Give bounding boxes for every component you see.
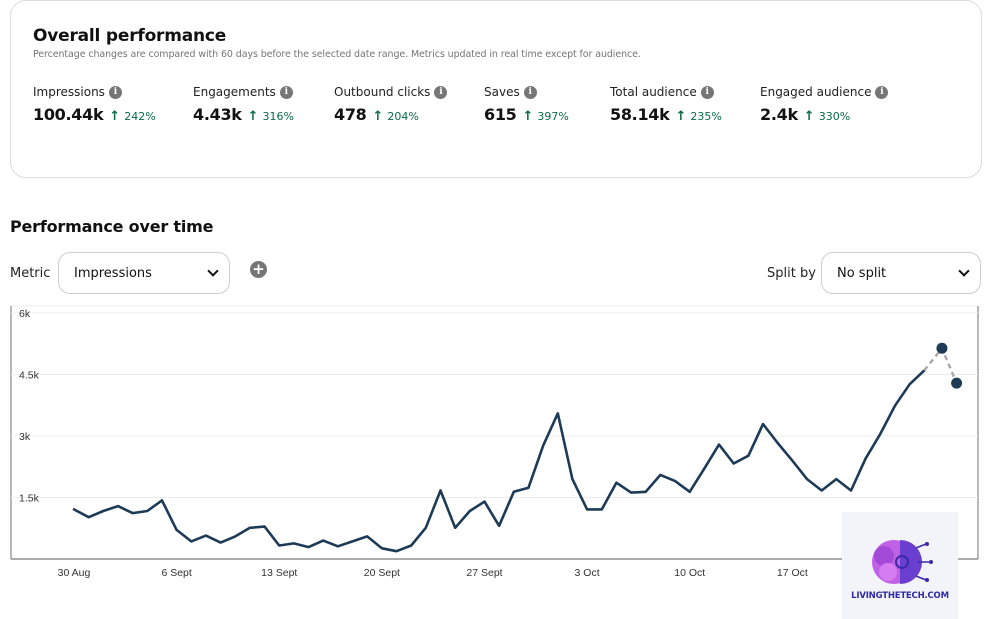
overall-performance-card: Overall performance Percentage changes a… [10, 0, 982, 178]
x-tick-label: 30 Aug [58, 567, 91, 579]
metric-value: 478 [334, 105, 367, 124]
metric-value-row: 58.14k ↑ 235% [610, 105, 722, 124]
arrow-up-icon: ↑ [247, 109, 259, 124]
info-icon[interactable]: i [523, 85, 537, 99]
metric-label: Metric [10, 266, 51, 281]
metric-change: 204% [387, 110, 419, 123]
y-tick-label: 1.5k [19, 493, 40, 505]
performance-over-time-title: Performance over time [10, 217, 214, 236]
overall-performance-subtitle: Percentage changes are compared with 60 … [33, 49, 641, 60]
split-by-select[interactable]: No split [821, 252, 981, 294]
info-icon[interactable]: i [700, 85, 714, 99]
metric-value-row: 478 ↑ 204% [334, 105, 447, 124]
split-by-select-value: No split [837, 265, 887, 281]
arrow-up-icon: ↑ [522, 109, 534, 124]
info-icon[interactable]: i [108, 85, 122, 99]
metric-impressions: Impressions i 100.44k ↑ 242% [33, 85, 156, 124]
overall-performance-title: Overall performance [33, 26, 227, 46]
arrow-up-icon: ↑ [372, 109, 384, 124]
projected-point [936, 342, 948, 354]
impressions-line [72, 369, 926, 553]
x-tick-label: 20 Sept [364, 567, 400, 579]
metric-label: Saves i [484, 85, 569, 99]
x-tick-label: 17 Oct [777, 567, 808, 579]
metric-label: Outbound clicks i [334, 85, 448, 99]
y-tick-label: 6k [19, 308, 31, 320]
metric-label-text: Total audience [610, 85, 697, 99]
metric-change: 242% [124, 110, 156, 123]
metric-outbound-clicks: Outbound clicks i 478 ↑ 204% [334, 85, 448, 124]
x-tick-label: 13 Sept [261, 567, 297, 579]
info-icon[interactable]: i [434, 85, 448, 99]
metric-saves: Saves i 615 ↑ 397% [484, 85, 569, 124]
metric-label-text: Outbound clicks [334, 85, 431, 99]
x-tick-label: 27 Sept [466, 567, 502, 579]
metric-value: 58.14k [610, 105, 670, 124]
projected-point [951, 377, 963, 389]
watermark-logo: LIVINGTHETECH.COM [842, 512, 958, 619]
arrow-up-icon: ↑ [675, 109, 687, 124]
arrow-up-icon: ↑ [109, 109, 121, 124]
add-metric-icon[interactable]: + [250, 261, 267, 278]
metric-label-text: Saves [484, 85, 520, 99]
y-tick-label: 3k [19, 431, 31, 443]
x-tick-label: 6 Sept [161, 567, 191, 579]
metric-label-text: Engaged audience [760, 85, 872, 99]
metric-change: 316% [262, 110, 294, 123]
metric-engagements: Engagements i 4.43k ↑ 316% [193, 85, 294, 124]
metric-total-audience: Total audience i 58.14k ↑ 235% [610, 85, 722, 124]
metric-value: 4.43k [193, 105, 242, 124]
metric-select[interactable]: Impressions [58, 252, 230, 294]
metric-label: Total audience i [610, 85, 722, 99]
metric-label: Engagements i [193, 85, 294, 99]
metric-value: 2.4k [760, 105, 798, 124]
metric-label: Engaged audience i [760, 85, 889, 99]
metric-value-row: 100.44k ↑ 242% [33, 105, 156, 124]
metric-value-row: 615 ↑ 397% [484, 105, 569, 124]
split-by-label: Split by [767, 266, 816, 281]
metric-select-value: Impressions [74, 265, 152, 281]
metric-label: Impressions i [33, 85, 156, 99]
metric-value: 615 [484, 105, 517, 124]
metric-engaged-audience: Engaged audience i 2.4k ↑ 330% [760, 85, 889, 124]
metric-label-text: Engagements [193, 85, 276, 99]
metric-value-row: 2.4k ↑ 330% [760, 105, 888, 124]
metric-change: 330% [818, 110, 851, 123]
x-tick-label: 3 Oct [575, 567, 600, 579]
metric-change: 235% [690, 110, 722, 123]
chevron-down-icon [207, 265, 219, 277]
metric-value: 100.44k [33, 105, 104, 124]
info-icon[interactable]: i [875, 85, 889, 99]
info-icon[interactable]: i [279, 85, 293, 99]
watermark-text: LIVINGTHETECH.COM [851, 591, 949, 601]
x-tick-label: 10 Oct [674, 567, 705, 579]
metric-label-text: Impressions [33, 85, 105, 99]
chevron-down-icon [958, 265, 970, 277]
metric-value-row: 4.43k ↑ 316% [193, 105, 294, 124]
y-tick-label: 4.5k [19, 370, 40, 382]
arrow-up-icon: ↑ [803, 109, 815, 124]
brain-circuit-icon [872, 540, 933, 584]
metric-change: 397% [537, 110, 569, 123]
